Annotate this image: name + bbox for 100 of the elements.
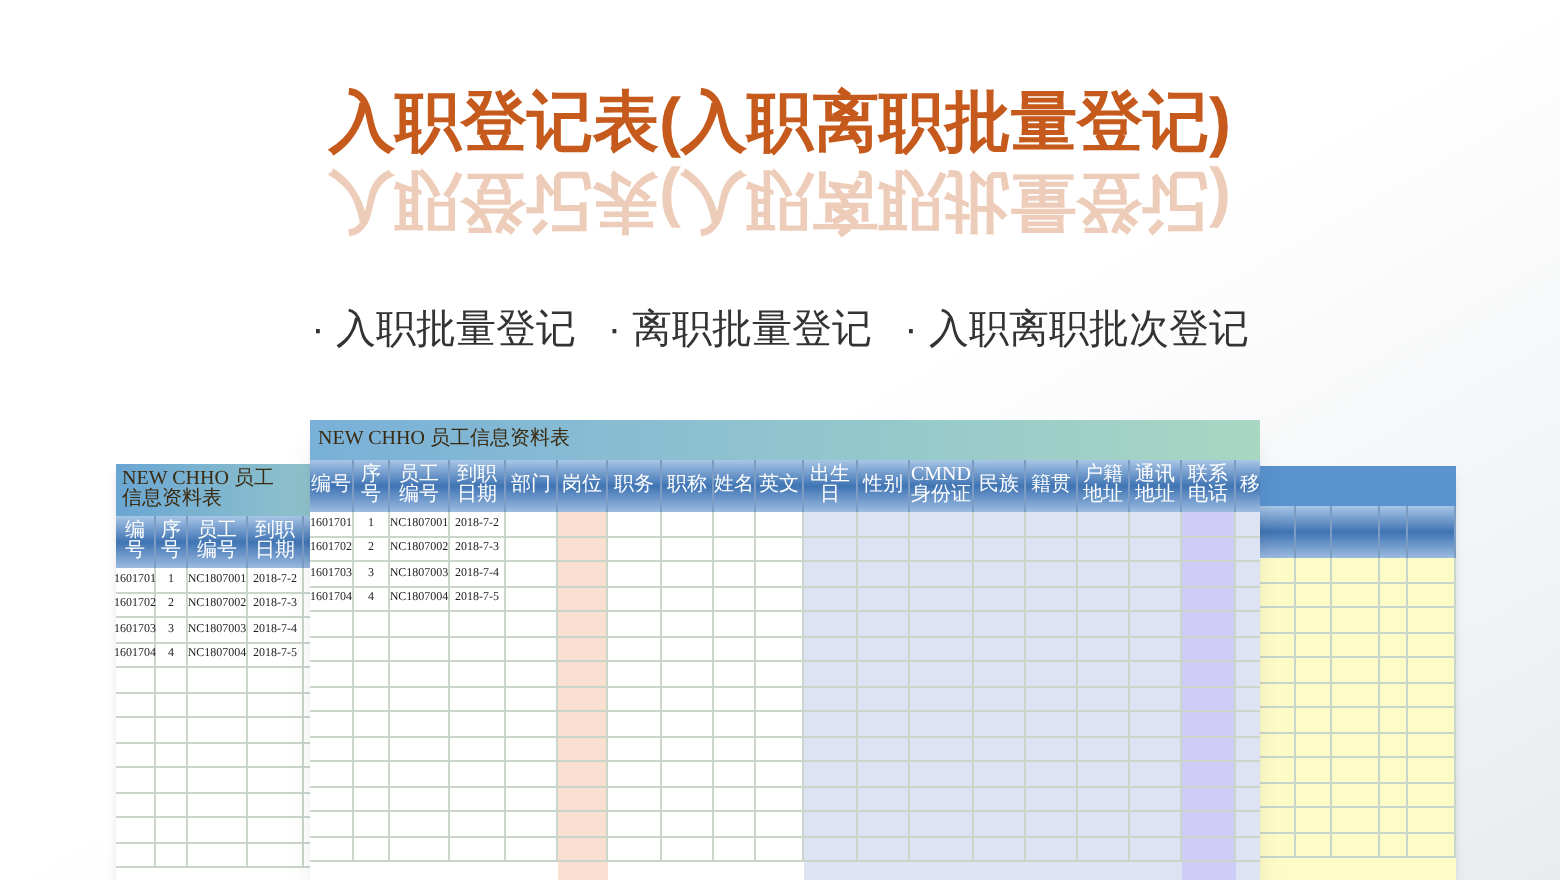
- table-cell: [188, 668, 248, 693]
- table-cell: [1408, 808, 1456, 833]
- sheet-title: NEW CHHO 员工信息资料表: [122, 469, 276, 511]
- table-cell: [248, 718, 304, 743]
- table-cell: [1380, 783, 1408, 808]
- feature-label: · 入职批量登记: [311, 305, 576, 356]
- table-cell: [1380, 833, 1408, 858]
- table-cell: [116, 793, 156, 818]
- table-cell: [1408, 833, 1456, 858]
- column-header: 户籍地址: [1078, 460, 1130, 512]
- table-cell: [248, 793, 304, 818]
- table-cell: [1408, 658, 1456, 683]
- table-cell: [1408, 783, 1456, 808]
- table-cell: [248, 818, 304, 843]
- table-cell: [188, 768, 248, 793]
- table-cell: [1296, 833, 1332, 858]
- table-cell: [188, 818, 248, 843]
- column-header: 英文: [756, 460, 804, 512]
- table-cell: [1296, 583, 1332, 608]
- table-cell: [1380, 583, 1408, 608]
- table-cell: [1332, 733, 1380, 758]
- column-header: CMND 身份证: [910, 460, 974, 512]
- column-header: 移: [1236, 460, 1260, 512]
- table-cell: [1296, 658, 1332, 683]
- column-header: 岗位: [558, 460, 608, 512]
- table-cell: [1332, 583, 1380, 608]
- table-cell: [1296, 558, 1332, 583]
- table-cell: [1380, 808, 1408, 833]
- column-header: 序号: [354, 460, 390, 512]
- table-cell: [248, 768, 304, 793]
- table-cell: [188, 743, 248, 768]
- table-cell: [1332, 758, 1380, 783]
- table-cell: [1380, 758, 1408, 783]
- table-cell: [1332, 658, 1380, 683]
- table-cell: [1408, 758, 1456, 783]
- column-header: 民族: [974, 460, 1026, 512]
- table-cell: [1296, 683, 1332, 708]
- table-cell: [1332, 608, 1380, 633]
- column-header: 性别: [858, 460, 910, 512]
- table-cell: [188, 693, 248, 718]
- column-header: 到职日期: [248, 516, 304, 568]
- table-cell: [1408, 583, 1456, 608]
- table-cell: [188, 793, 248, 818]
- column-header: [1296, 506, 1332, 558]
- table-cell: [1380, 683, 1408, 708]
- table-cell: [248, 843, 304, 868]
- table-cell: [1332, 683, 1380, 708]
- column-header: 职称: [662, 460, 714, 512]
- title-reflection: 入职登记表(入职离职批量登记): [329, 163, 1231, 244]
- column-header: [1256, 506, 1296, 558]
- column-header: 员工编号: [390, 460, 450, 512]
- table-cell: [1380, 558, 1408, 583]
- table-cell: [188, 843, 248, 868]
- column-header: 序号: [156, 516, 188, 568]
- table-cell: [156, 668, 188, 693]
- table-cell: [1380, 733, 1408, 758]
- table-cell: [116, 718, 156, 743]
- table-cell: [1408, 558, 1456, 583]
- column-header: 员工编号: [188, 516, 248, 568]
- table-cell: [1380, 633, 1408, 658]
- table-cell: [1408, 708, 1456, 733]
- table-cell: [116, 843, 156, 868]
- table-cell: [156, 718, 188, 743]
- page-title: 入职登记表(入职离职批量登记): [329, 82, 1231, 162]
- table-cell: [156, 743, 188, 768]
- table-cell: [1380, 608, 1408, 633]
- table-cell: [248, 693, 304, 718]
- table-cell: [1380, 658, 1408, 683]
- column-header: 联系电话: [1182, 460, 1236, 512]
- column-header: 职务: [608, 460, 662, 512]
- table-cell: [1332, 783, 1380, 808]
- feature-label: · 入职离职批次登记: [904, 305, 1249, 356]
- column-header: 部门: [506, 460, 558, 512]
- column-header: 通讯地址: [1130, 460, 1182, 512]
- column-header: 出生日: [804, 460, 858, 512]
- table-cell: [1296, 808, 1332, 833]
- table-cell: [1408, 683, 1456, 708]
- column-header: 籍贯: [1026, 460, 1078, 512]
- table-cell: [156, 768, 188, 793]
- table-cell: [116, 818, 156, 843]
- sheet-title: NEW CHHO 员工信息资料表: [318, 430, 570, 450]
- column-header: 到职日期: [450, 460, 506, 512]
- column-header: 编号: [310, 460, 354, 512]
- table-cell: [156, 693, 188, 718]
- table-cell: [156, 793, 188, 818]
- table-cell: [1296, 783, 1332, 808]
- table-cell: [116, 743, 156, 768]
- column-header: 编号: [116, 516, 156, 568]
- table-cell: [1408, 733, 1456, 758]
- table-cell: [156, 818, 188, 843]
- table-cell: [156, 843, 188, 868]
- table-cell: [1408, 608, 1456, 633]
- column-header: 姓名: [714, 460, 756, 512]
- table-cell: [1332, 833, 1380, 858]
- table-cell: [1408, 633, 1456, 658]
- table-cell: [1380, 708, 1408, 733]
- table-cell: [188, 718, 248, 743]
- table-cell: [1332, 558, 1380, 583]
- table-cell: [1296, 758, 1332, 783]
- table-cell: [1296, 708, 1332, 733]
